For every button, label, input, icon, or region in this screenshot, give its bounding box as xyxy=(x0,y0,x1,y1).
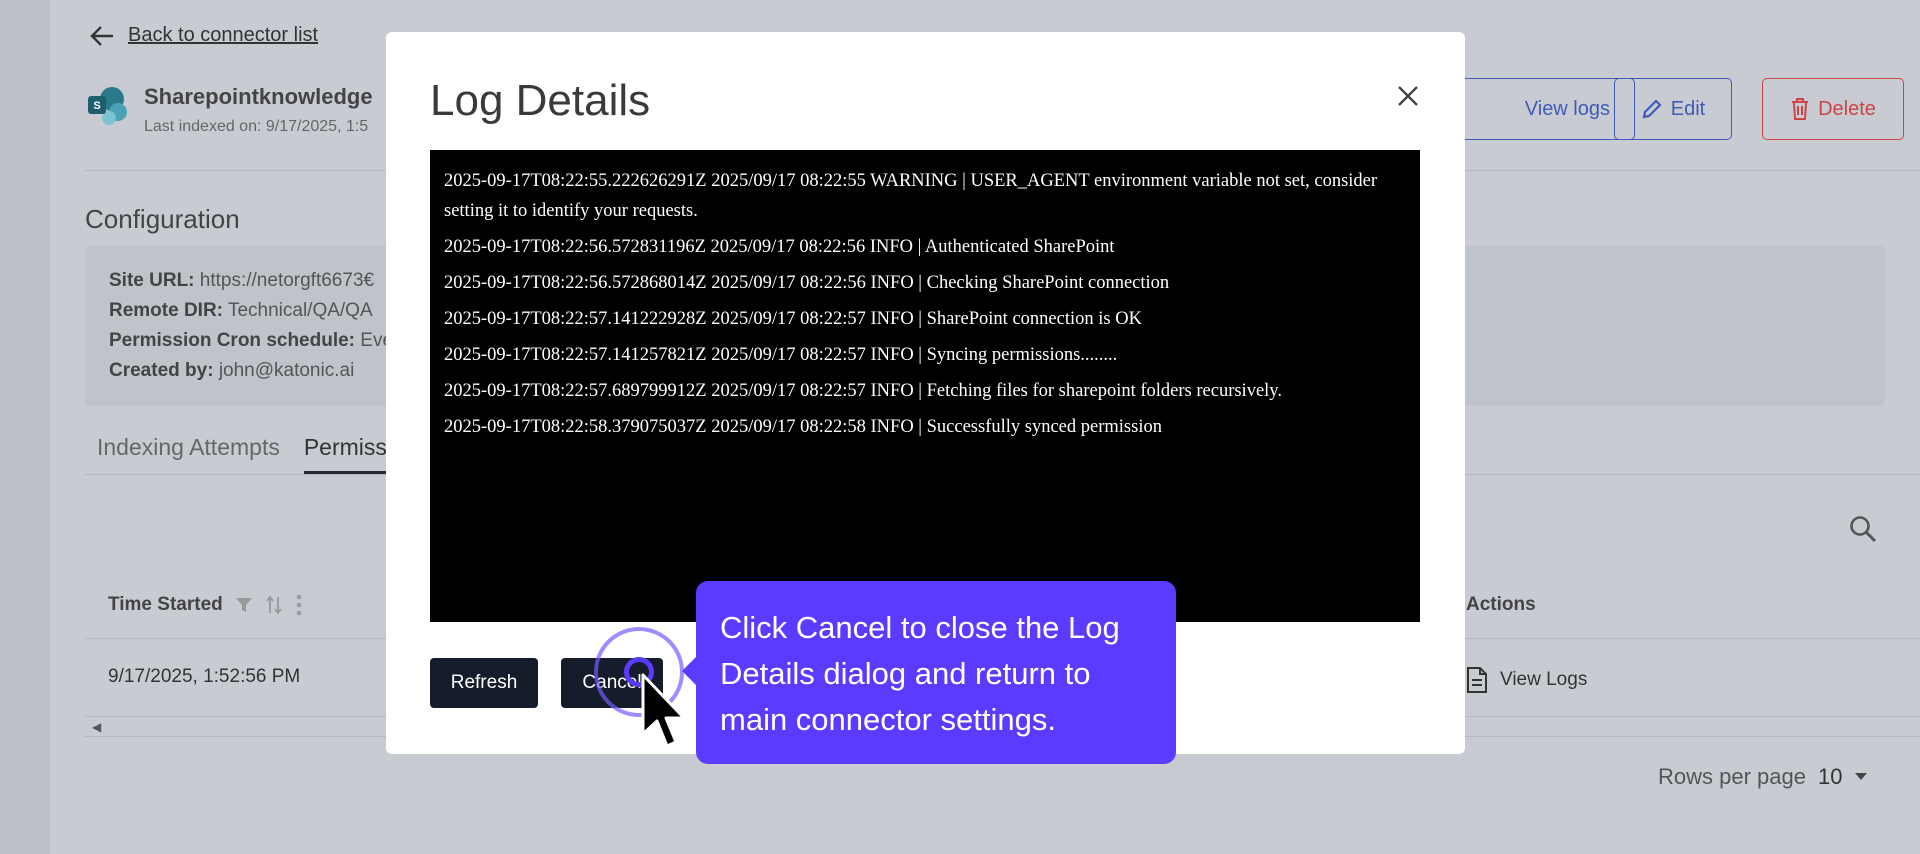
log-line: 2025-09-17T08:22:56.572868014Z 2025/09/1… xyxy=(444,273,1170,293)
refresh-button[interactable]: Refresh xyxy=(430,658,538,708)
back-link[interactable]: Back to connector list xyxy=(90,24,318,47)
delete-button[interactable]: Delete xyxy=(1762,78,1904,140)
view-logs-row-label: View Logs xyxy=(1500,669,1588,690)
rows-per-page: Rows per page 10 xyxy=(1658,764,1868,790)
last-indexed: Last indexed on: 9/17/2025, 1:5 xyxy=(144,118,369,135)
view-logs-button[interactable]: View logs xyxy=(1450,78,1635,140)
sort-icon[interactable] xyxy=(265,595,283,615)
filter-icon[interactable] xyxy=(235,596,253,614)
edit-label: Edit xyxy=(1670,97,1706,120)
close-button[interactable] xyxy=(1388,76,1428,116)
tutorial-tooltip: Click Cancel to close the Log Details di… xyxy=(682,581,1176,764)
connector-header: S Sharepointknowledge Last indexed on: 9… xyxy=(86,84,373,136)
log-line: 2025-09-17T08:22:57.141222928Z 2025/09/1… xyxy=(444,309,1142,329)
pencil-icon xyxy=(1642,99,1662,119)
view-logs-row-link[interactable]: View Logs xyxy=(1466,666,1587,694)
search-icon[interactable] xyxy=(1848,514,1878,544)
log-line: 2025-09-17T08:22:57.141257821Z 2025/09/1… xyxy=(444,345,1118,365)
tab-permissions[interactable]: Permiss xyxy=(303,434,387,475)
configuration-title: Configuration xyxy=(85,204,240,234)
svg-text:S: S xyxy=(93,100,100,112)
tabs: Indexing Attempts Permiss xyxy=(97,434,387,475)
mouse-pointer-icon xyxy=(641,673,686,748)
document-icon xyxy=(1467,667,1487,693)
connector-name: Sharepointknowledge xyxy=(144,84,373,109)
log-line: 2025-09-17T08:22:55.222626291Z 2025/09/1… xyxy=(444,171,1378,221)
log-line: 2025-09-17T08:22:56.572831196Z 2025/09/1… xyxy=(444,237,1115,257)
edit-button[interactable]: Edit xyxy=(1614,78,1732,140)
view-logs-label: View logs xyxy=(1524,97,1610,120)
scroll-left-arrow[interactable]: ◀ xyxy=(92,720,101,734)
log-line: 2025-09-17T08:22:57.689799912Z 2025/09/1… xyxy=(444,381,1282,401)
column-header-time-started: Time Started xyxy=(108,594,303,616)
sharepoint-icon: S xyxy=(88,87,127,125)
more-vertical-icon[interactable] xyxy=(295,594,303,616)
rows-per-page-select[interactable]: 10 xyxy=(1818,764,1842,790)
dialog-title: Log Details xyxy=(430,76,651,125)
log-line: 2025-09-17T08:22:58.379075037Z 2025/09/1… xyxy=(444,417,1162,437)
column-header-actions: Actions xyxy=(1466,594,1536,615)
back-link-label: Back to connector list xyxy=(128,24,319,46)
tab-indexing-attempts[interactable]: Indexing Attempts xyxy=(97,434,280,475)
rows-per-page-label: Rows per page xyxy=(1658,764,1806,789)
delete-label: Delete xyxy=(1818,97,1876,120)
table-cell-time: 9/17/2025, 1:52:56 PM xyxy=(108,666,301,687)
log-output: 2025-09-17T08:22:55.222626291Z 2025/09/1… xyxy=(430,150,1420,622)
caret-down-icon[interactable] xyxy=(1854,772,1868,782)
left-rail xyxy=(0,0,50,854)
arrow-left-icon xyxy=(90,25,113,46)
close-icon xyxy=(1398,86,1418,106)
trash-icon xyxy=(1792,98,1809,120)
